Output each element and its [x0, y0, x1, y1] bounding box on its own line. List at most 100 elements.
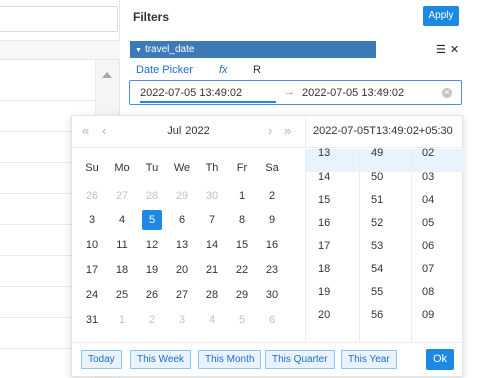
- calendar-day[interactable]: 8: [232, 210, 252, 230]
- calendar-day[interactable]: 28: [142, 186, 162, 206]
- time-option[interactable]: 15: [306, 194, 359, 206]
- next-year-icon[interactable]: »: [284, 123, 291, 138]
- time-option[interactable]: 02: [412, 147, 464, 159]
- calendar-day[interactable]: 12: [142, 235, 162, 255]
- calendar-day[interactable]: 14: [202, 235, 222, 255]
- time-option[interactable]: 19: [306, 286, 359, 298]
- weekday-label: Tu: [145, 162, 159, 174]
- preset-this-quarter-button[interactable]: This Quarter: [265, 350, 335, 369]
- time-option[interactable]: 18: [306, 263, 359, 275]
- range-start-value[interactable]: 2022-07-05 13:49:02: [140, 87, 242, 99]
- calendar-day[interactable]: 18: [112, 260, 132, 280]
- calendar-day[interactable]: 26: [142, 285, 162, 305]
- calendar-day[interactable]: 11: [112, 235, 132, 255]
- tab-fx[interactable]: fx: [219, 64, 228, 76]
- calendar-day[interactable]: 2: [142, 310, 162, 330]
- time-option[interactable]: 50: [360, 171, 411, 183]
- hours-column[interactable]: 13 14 15 16 17 18 19 20: [305, 147, 359, 342]
- clear-icon[interactable]: ✕: [442, 88, 452, 98]
- preset-this-week-button[interactable]: This Week: [130, 350, 192, 369]
- calendar-day[interactable]: 30: [262, 285, 282, 305]
- apply-button[interactable]: Apply: [423, 6, 459, 26]
- list-icon[interactable]: ☰: [436, 44, 446, 56]
- close-icon[interactable]: ✕: [450, 44, 459, 56]
- calendar-day[interactable]: 15: [232, 235, 252, 255]
- calendar-day[interactable]: 10: [82, 235, 102, 255]
- time-option[interactable]: 13: [306, 147, 359, 159]
- time-option[interactable]: 07: [412, 263, 464, 275]
- time-option[interactable]: 55: [360, 286, 411, 298]
- time-option[interactable]: 09: [412, 309, 464, 321]
- seconds-column[interactable]: 02 03 04 05 06 07 08 09: [411, 147, 464, 342]
- calendar-day[interactable]: 28: [202, 285, 222, 305]
- calendar-year[interactable]: 2022: [185, 125, 209, 137]
- calendar: « ‹ Jul 2022 › » Su Mo Tu We Th Fr Sa 26 27 28 29 3…: [72, 116, 305, 342]
- time-option[interactable]: 20: [306, 309, 359, 321]
- calendar-day[interactable]: 26: [82, 186, 102, 206]
- calendar-day[interactable]: 4: [202, 310, 222, 330]
- calendar-day[interactable]: 2: [262, 186, 282, 206]
- time-option[interactable]: 06: [412, 240, 464, 252]
- time-option[interactable]: 03: [412, 171, 464, 183]
- time-option[interactable]: 53: [360, 240, 411, 252]
- calendar-day[interactable]: 5: [232, 310, 252, 330]
- minutes-column[interactable]: 49 50 51 52 53 54 55 56: [359, 147, 411, 342]
- calendar-day[interactable]: 22: [232, 260, 252, 280]
- time-option[interactable]: 56: [360, 309, 411, 321]
- calendar-day[interactable]: 31: [82, 310, 102, 330]
- calendar-day[interactable]: 20: [172, 260, 192, 280]
- calendar-day[interactable]: 17: [82, 260, 102, 280]
- preset-this-year-button[interactable]: This Year: [341, 350, 397, 369]
- calendar-day[interactable]: 25: [112, 285, 132, 305]
- time-option[interactable]: 54: [360, 263, 411, 275]
- weekday-label: Fr: [236, 162, 248, 174]
- calendar-day[interactable]: 13: [172, 235, 192, 255]
- calendar-day[interactable]: 27: [172, 285, 192, 305]
- time-option[interactable]: 08: [412, 286, 464, 298]
- calendar-day[interactable]: 4: [112, 210, 132, 230]
- left-panel-input[interactable]: [0, 6, 118, 32]
- next-month-icon[interactable]: ›: [268, 123, 272, 138]
- calendar-day[interactable]: 21: [202, 260, 222, 280]
- calendar-day[interactable]: 24: [82, 285, 102, 305]
- preset-today-button[interactable]: Today: [81, 350, 122, 369]
- time-option[interactable]: 05: [412, 217, 464, 229]
- calendar-day[interactable]: 6: [262, 310, 282, 330]
- calendar-day[interactable]: 1: [232, 186, 252, 206]
- filter-field-tools: ☰ ✕: [436, 43, 463, 56]
- date-range-input[interactable]: 2022-07-05 13:49:02 → 2022-07-05 13:49:0…: [129, 80, 462, 105]
- filter-field-name: travel_date: [144, 44, 195, 55]
- time-option[interactable]: 04: [412, 194, 464, 206]
- calendar-day[interactable]: 29: [172, 186, 192, 206]
- calendar-day[interactable]: 3: [172, 310, 192, 330]
- calendar-day[interactable]: 27: [112, 186, 132, 206]
- filter-field-header[interactable]: ▼ travel_date: [130, 41, 376, 58]
- preset-this-month-button[interactable]: This Month: [198, 350, 262, 369]
- time-option[interactable]: 52: [360, 217, 411, 229]
- calendar-day[interactable]: 9: [262, 210, 282, 230]
- date-time-picker: « ‹ Jul 2022 › » Su Mo Tu We Th Fr Sa 26 27 28 29 3…: [71, 115, 464, 377]
- calendar-day[interactable]: 7: [202, 210, 222, 230]
- tab-date-picker[interactable]: Date Picker: [136, 64, 193, 76]
- calendar-day[interactable]: 29: [232, 285, 252, 305]
- time-option[interactable]: 17: [306, 240, 359, 252]
- time-option[interactable]: 16: [306, 217, 359, 229]
- calendar-day[interactable]: 19: [142, 260, 162, 280]
- tab-r[interactable]: R: [253, 64, 261, 76]
- calendar-day[interactable]: 3: [82, 210, 102, 230]
- scroll-up-arrow-icon[interactable]: [102, 72, 112, 78]
- calendar-day[interactable]: 5: [142, 210, 162, 230]
- range-end-value[interactable]: 2022-07-05 13:49:02: [302, 87, 404, 99]
- calendar-day[interactable]: 23: [262, 260, 282, 280]
- calendar-day[interactable]: 6: [172, 210, 192, 230]
- caret-down-icon[interactable]: ▼: [135, 47, 142, 54]
- time-option[interactable]: 51: [360, 194, 411, 206]
- calendar-day[interactable]: 16: [262, 235, 282, 255]
- calendar-day[interactable]: 1: [112, 310, 132, 330]
- ok-button[interactable]: Ok: [426, 349, 454, 370]
- time-option[interactable]: 14: [306, 171, 359, 183]
- time-option[interactable]: 49: [360, 147, 411, 159]
- weekday-label: Mo: [114, 162, 130, 174]
- calendar-day[interactable]: 30: [202, 186, 222, 206]
- calendar-month[interactable]: Jul: [167, 125, 181, 137]
